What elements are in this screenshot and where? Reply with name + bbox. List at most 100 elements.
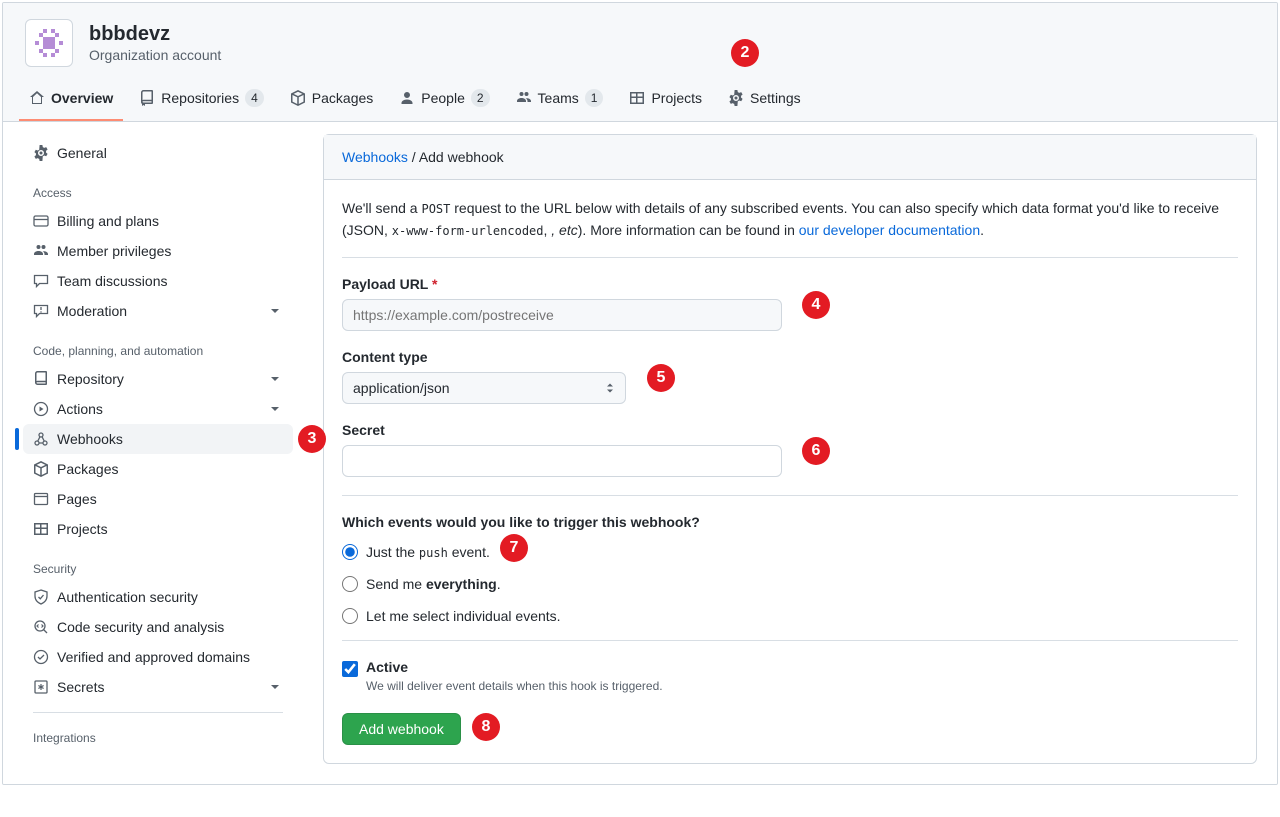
radio-everything-input[interactable]: [342, 576, 358, 592]
active-label: Active: [366, 659, 663, 675]
chevron-down-icon: [267, 371, 283, 387]
sidebar-label: Verified and approved domains: [57, 649, 250, 665]
add-webhook-button[interactable]: Add webhook: [342, 713, 461, 745]
sidebar-label: Code security and analysis: [57, 619, 224, 635]
sidebar-secrets[interactable]: Secrets: [23, 672, 293, 702]
sidebar-code-security[interactable]: Code security and analysis: [23, 612, 293, 642]
home-icon: [29, 90, 45, 106]
annotation-8: 8: [472, 713, 500, 741]
sidebar-team-discussions[interactable]: Team discussions: [23, 266, 293, 296]
breadcrumb-webhooks-link[interactable]: Webhooks: [342, 149, 408, 165]
breadcrumb-current: Add webhook: [419, 149, 504, 165]
codescan-icon: [33, 619, 49, 635]
shield-icon: [33, 589, 49, 605]
radio-just-push[interactable]: Just the push event.: [342, 544, 1238, 560]
annotation-6: 6: [802, 437, 830, 465]
radio-individual-input[interactable]: [342, 608, 358, 624]
package-icon: [290, 90, 306, 106]
teams-count: 1: [585, 89, 604, 107]
tab-settings-label: Settings: [750, 90, 801, 106]
sidebar-packages[interactable]: Packages: [23, 454, 293, 484]
annotation-2: 2: [731, 39, 759, 67]
sidebar-label: Actions: [57, 401, 103, 417]
sidebar-moderation[interactable]: Moderation: [23, 296, 293, 326]
sidebar-auth-security[interactable]: Authentication security: [23, 582, 293, 612]
report-icon: [33, 303, 49, 319]
sidebar-label: Secrets: [57, 679, 104, 695]
breadcrumb: Webhooks / Add webhook: [324, 135, 1256, 180]
secret-label: Secret: [342, 422, 1238, 438]
org-name: bbbdevz: [89, 23, 221, 45]
comment-icon: [33, 273, 49, 289]
repo-count: 4: [245, 89, 264, 107]
sidebar-billing[interactable]: Billing and plans: [23, 206, 293, 236]
annotation-3: 3: [298, 425, 326, 453]
sidebar-label: Moderation: [57, 303, 127, 319]
tab-packages-label: Packages: [312, 90, 373, 106]
tab-projects-label: Projects: [651, 90, 702, 106]
payload-url-label: Payload URL *: [342, 276, 1238, 292]
chevron-down-icon: [267, 303, 283, 319]
tab-overview-label: Overview: [51, 90, 113, 106]
tab-packages[interactable]: Packages: [280, 79, 383, 121]
sidebar-label: Pages: [57, 491, 97, 507]
table-icon: [629, 90, 645, 106]
radio-everything[interactable]: Send me everything.: [342, 576, 1238, 592]
sidebar-group-integrations: Integrations: [23, 713, 293, 751]
people-icon: [516, 90, 532, 106]
gear-icon: [33, 145, 49, 161]
table-icon: [33, 521, 49, 537]
sidebar-label: Authentication security: [57, 589, 198, 605]
people-icon: [33, 243, 49, 259]
sidebar-actions[interactable]: Actions: [23, 394, 293, 424]
annotation-5: 5: [647, 364, 675, 392]
package-icon: [33, 461, 49, 477]
sidebar-label: Member privileges: [57, 243, 171, 259]
tab-overview[interactable]: Overview: [19, 79, 123, 121]
sidebar-projects[interactable]: Projects: [23, 514, 293, 544]
repo-icon: [33, 371, 49, 387]
tab-projects[interactable]: Projects: [619, 79, 712, 121]
tab-teams-label: Teams: [538, 90, 579, 106]
sidebar-label: Projects: [57, 521, 108, 537]
org-avatar: [25, 19, 73, 67]
key-asterisk-icon: [33, 679, 49, 695]
secret-input[interactable]: [342, 445, 782, 477]
radio-just-push-input[interactable]: [342, 544, 358, 560]
annotation-4: 4: [802, 291, 830, 319]
sidebar-label: Repository: [57, 371, 124, 387]
sidebar-group-security: Security: [23, 544, 293, 582]
sidebar-label: General: [57, 145, 107, 161]
sidebar-label: Webhooks: [57, 431, 123, 447]
radio-individual[interactable]: Let me select individual events.: [342, 608, 1238, 624]
chevron-down-icon: [267, 679, 283, 695]
sidebar-repository[interactable]: Repository: [23, 364, 293, 394]
tab-repositories[interactable]: Repositories 4: [129, 79, 274, 121]
sidebar-label: Billing and plans: [57, 213, 159, 229]
content-type-select[interactable]: application/json: [342, 372, 626, 404]
sidebar-member-privileges[interactable]: Member privileges: [23, 236, 293, 266]
browser-icon: [33, 491, 49, 507]
tab-settings[interactable]: Settings: [718, 79, 811, 121]
gear-icon: [728, 90, 744, 106]
sidebar-webhooks[interactable]: Webhooks 3: [23, 424, 293, 454]
tab-people[interactable]: People 2: [389, 79, 499, 121]
credit-card-icon: [33, 213, 49, 229]
people-count: 2: [471, 89, 490, 107]
sidebar-label: Team discussions: [57, 273, 168, 289]
sidebar-group-code: Code, planning, and automation: [23, 326, 293, 364]
active-checkbox[interactable]: [342, 661, 358, 677]
content-type-label: Content type: [342, 349, 1238, 365]
person-icon: [399, 90, 415, 106]
play-icon: [33, 401, 49, 417]
developer-docs-link[interactable]: our developer documentation: [799, 222, 980, 238]
chevron-down-icon: [267, 401, 283, 417]
sidebar-label: Packages: [57, 461, 118, 477]
sidebar-group-access: Access: [23, 168, 293, 206]
payload-url-input[interactable]: [342, 299, 782, 331]
events-title: Which events would you like to trigger t…: [342, 514, 1238, 530]
sidebar-pages[interactable]: Pages: [23, 484, 293, 514]
tab-teams[interactable]: Teams 1: [506, 79, 614, 121]
sidebar-verified-domains[interactable]: Verified and approved domains: [23, 642, 293, 672]
sidebar-general[interactable]: General: [23, 138, 293, 168]
